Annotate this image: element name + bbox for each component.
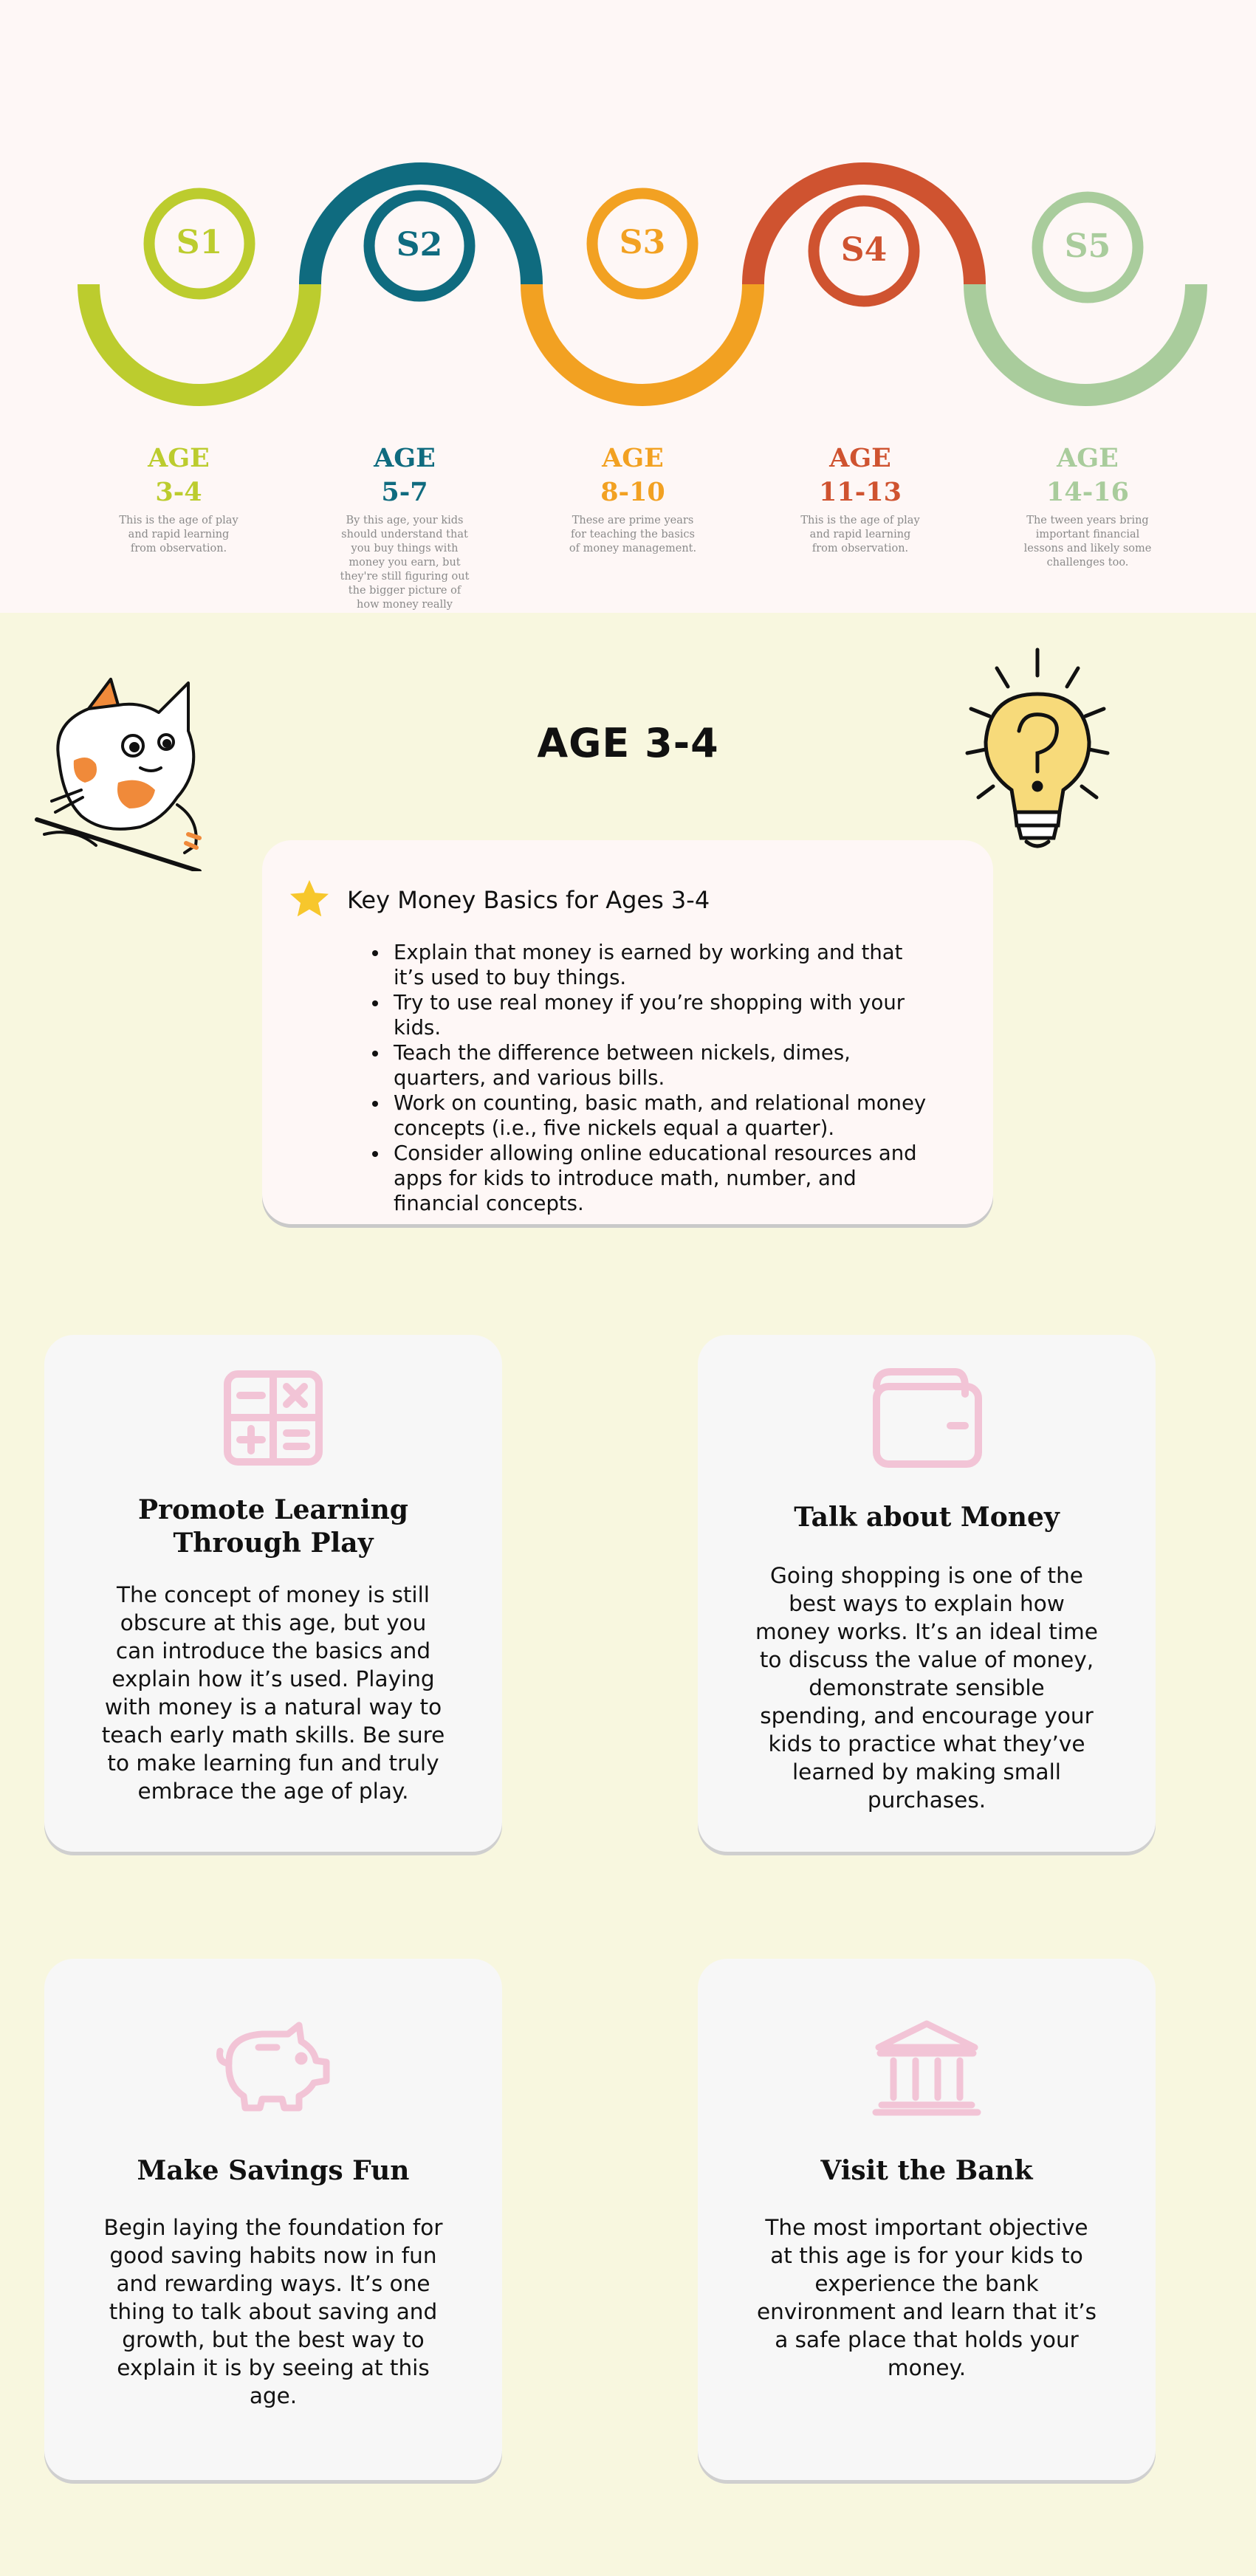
list-item: Consider allowing online educational res… xyxy=(389,1141,936,1216)
piggy-bank-icon xyxy=(44,2018,502,2117)
wave-segment-s1 xyxy=(78,284,321,406)
stage-info-s1: AGE 3-4 This is the age of play and rapi… xyxy=(109,442,249,556)
card-text: The most important objective at this age… xyxy=(756,2215,1097,2380)
card-title: Visit the Bank xyxy=(820,2155,1033,2186)
age-range: 8-10 xyxy=(600,477,665,507)
age-description: These are prime years for teaching the b… xyxy=(569,515,697,554)
stage-badge-s5[interactable]: S5 xyxy=(1032,227,1143,265)
timeline-wave xyxy=(78,162,1207,406)
stage-badge-s2[interactable]: S2 xyxy=(364,226,475,264)
bank-icon xyxy=(698,2018,1156,2120)
wallet-icon xyxy=(698,1364,1156,1474)
list-item: Work on counting, basic math, and relati… xyxy=(389,1090,936,1141)
stage-badge-s4[interactable]: S4 xyxy=(809,231,919,269)
stage-badge-s1[interactable]: S1 xyxy=(144,224,255,261)
age-description: This is the age of play and rapid learni… xyxy=(800,515,920,554)
wave-segment-s3 xyxy=(521,284,764,406)
age-range: 5-7 xyxy=(381,477,428,507)
key-basics-list: Explain that money is earned by working … xyxy=(373,940,936,1216)
key-basics-title: Key Money Basics for Ages 3-4 xyxy=(347,886,710,914)
list-item: Try to use real money if you’re shopping… xyxy=(389,990,936,1040)
section-title: AGE 3-4 xyxy=(537,720,719,766)
card-text: Going shopping is one of the best ways t… xyxy=(755,1563,1098,1813)
card-title: Make Savings Fun xyxy=(137,2155,410,2186)
card-text: Begin laying the foundation for good sav… xyxy=(103,2215,443,2408)
age-range: 3-4 xyxy=(155,477,202,507)
age-description: The tween years bring important financia… xyxy=(1023,515,1152,569)
list-item: Explain that money is earned by working … xyxy=(389,940,936,990)
list-item: Teach the difference between nickels, di… xyxy=(389,1040,936,1090)
age-word: AGE xyxy=(374,443,436,473)
card-text: The concept of money is still obscure at… xyxy=(101,1582,445,1804)
age-word: AGE xyxy=(1057,443,1119,473)
age-word: AGE xyxy=(829,443,891,473)
age-description: By this age, your kids should understand… xyxy=(340,515,470,625)
calculator-icon xyxy=(44,1368,502,1471)
age-description: This is the age of play and rapid learni… xyxy=(119,515,238,554)
card-visit-the-bank: Visit the Bank The most important object… xyxy=(698,1959,1156,2480)
stage-badge-s3[interactable]: S3 xyxy=(587,224,698,261)
timeline-section: S1 S2 S3 S4 S5 AGE 3-4 This is the age o… xyxy=(0,0,1256,625)
stage-info-s2: AGE 5-7 By this age, your kids should un… xyxy=(334,442,475,626)
age-range: 11-13 xyxy=(819,477,902,507)
key-basics-card: Key Money Basics for Ages 3-4 Explain th… xyxy=(262,840,993,1224)
card-talk-about-money: Talk about Money Going shopping is one o… xyxy=(698,1335,1156,1852)
card-title: Promote Learning Through Play xyxy=(138,1494,408,1559)
stage-info-s5: AGE 14-16 The tween years bring importan… xyxy=(1018,442,1158,570)
card-make-savings-fun: Make Savings Fun Begin laying the founda… xyxy=(44,1959,502,2480)
card-promote-learning: Promote Learning Through Play The concep… xyxy=(44,1335,502,1852)
star-icon xyxy=(290,880,329,917)
age-range: 14-16 xyxy=(1046,477,1129,507)
age-word: AGE xyxy=(148,443,210,473)
card-title: Talk about Money xyxy=(794,1502,1060,1533)
age-word: AGE xyxy=(602,443,664,473)
stage-info-s3: AGE 8-10 These are prime years for teach… xyxy=(563,442,703,556)
stage-info-s4: AGE 11-13 This is the age of play and ra… xyxy=(790,442,930,556)
